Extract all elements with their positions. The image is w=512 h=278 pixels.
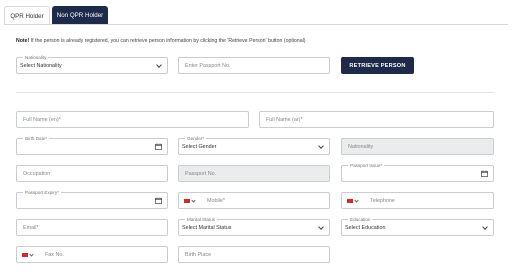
tab-non-qpr-holder[interactable]: Non QPR Holder [52, 6, 108, 24]
chevron-down-icon [482, 224, 488, 230]
gender-label: Gender* [185, 135, 207, 142]
nationality-value: Select Nationality [20, 63, 62, 69]
passport-search-placeholder: Enter Passport No. [185, 63, 231, 69]
fax-input[interactable]: Fax No. [16, 246, 168, 263]
telephone-placeholder: Telephone [370, 198, 395, 204]
mobile-placeholder: Mobile* [207, 198, 225, 204]
flag-icon[interactable] [184, 199, 190, 203]
marital-status-value: Select Marital Status [182, 225, 232, 231]
calendar-icon[interactable] [155, 197, 162, 204]
mobile-input[interactable]: Mobile* [178, 192, 330, 209]
calendar-icon[interactable] [481, 170, 488, 177]
gender-select[interactable]: Gender* Select Gender [178, 135, 330, 155]
passport-expiry-label: Passport Expiry* [23, 189, 61, 196]
tab-underline [4, 24, 508, 25]
nationality-display: Nationality [341, 138, 494, 155]
chevron-down-icon [318, 224, 324, 230]
note-text: If the person is already registered, you… [29, 38, 306, 44]
birth-place-input[interactable]: Birth Place [178, 246, 330, 263]
occupation-input[interactable]: Occupation [16, 165, 168, 182]
calendar-icon[interactable] [155, 143, 162, 150]
chevron-down-icon [318, 143, 324, 149]
nationality-placeholder: Nationality [348, 144, 374, 150]
gender-value: Select Gender [182, 144, 217, 150]
passport-no-placeholder: Passport No. [185, 171, 217, 177]
tab-qpr-holder[interactable]: QPR Holder [4, 6, 50, 25]
education-value: Select Education [345, 225, 386, 231]
passport-expiry-field[interactable]: Passport Expiry* [16, 189, 168, 209]
email-placeholder: Email* [23, 225, 39, 231]
retrieve-person-label: RETRIEVE PERSON [349, 62, 406, 69]
fax-placeholder: Fax No. [45, 252, 64, 258]
flag-icon[interactable] [347, 199, 353, 203]
passport-search-input[interactable]: Enter Passport No. [178, 57, 330, 74]
birth-place-placeholder: Birth Place [185, 252, 212, 258]
birth-date-label: Birth Date* [23, 135, 50, 142]
full-name-ar-input[interactable]: Full Name (ar)* [259, 111, 494, 128]
passport-issue-field[interactable]: Passport Issue* [341, 162, 494, 182]
telephone-input[interactable]: Telephone [341, 192, 494, 209]
chevron-down-icon [191, 198, 196, 203]
full-name-ar-placeholder: Full Name (ar)* [266, 117, 303, 123]
flag-icon[interactable] [22, 253, 28, 257]
occupation-placeholder: Occupation [23, 171, 51, 177]
full-name-en-placeholder: Full Name (en)* [23, 117, 61, 123]
email-input[interactable]: Email* [16, 219, 168, 236]
info-note: Note! If the person is already registere… [16, 38, 305, 44]
passport-no-display: Passport No. [178, 165, 330, 182]
birth-date-field[interactable]: Birth Date* [16, 135, 168, 155]
chevron-down-icon [156, 62, 162, 68]
retrieve-person-button[interactable]: RETRIEVE PERSON [341, 57, 414, 74]
full-name-en-input[interactable]: Full Name (en)* [16, 111, 249, 128]
marital-status-label: Marital Status [185, 216, 218, 223]
education-select[interactable]: Education Select Education [341, 216, 494, 236]
chevron-down-icon [29, 252, 34, 257]
nationality-select[interactable]: Nationality Select Nationality [16, 54, 168, 74]
tab-label: Non QPR Holder [56, 11, 104, 19]
passport-issue-label: Passport Issue* [348, 162, 385, 169]
marital-status-select[interactable]: Marital Status Select Marital Status [178, 216, 330, 236]
nationality-label: Nationality [23, 54, 49, 61]
note-bold: Note! [16, 38, 30, 44]
chevron-down-icon [354, 198, 359, 203]
tab-label: QPR Holder [10, 12, 44, 20]
section-divider [16, 92, 494, 93]
education-label: Education [348, 216, 373, 223]
